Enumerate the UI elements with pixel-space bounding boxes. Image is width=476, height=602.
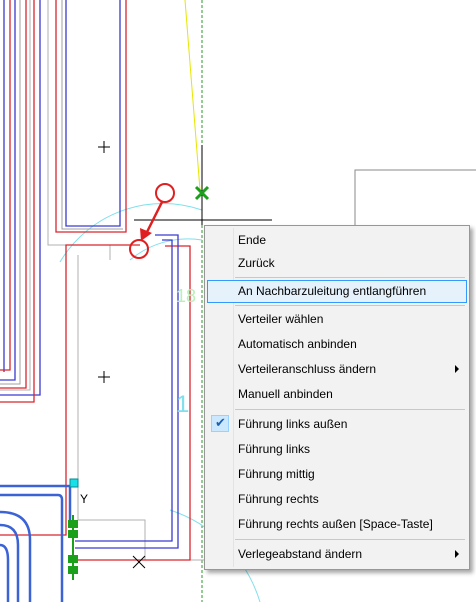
menu-item-fuehrung-rechts-aussen[interactable]: Führung rechts außen [Space-Taste] (207, 513, 467, 536)
context-menu: Ende Zurück An Nachbarzuleitung entlangf… (204, 225, 470, 570)
dimension-label-18: 18 (176, 286, 196, 306)
menu-item-fuehrung-rechts[interactable]: Führung rechts (207, 488, 467, 511)
target-point-circle[interactable] (129, 239, 149, 259)
blue-pipes-left (0, 0, 121, 396)
cross-marker-icon (98, 141, 146, 569)
menu-item-ende[interactable]: Ende (207, 229, 467, 252)
gray-pipes (0, 0, 123, 385)
menu-item-nachbarzuleitung[interactable]: An Nachbarzuleitung entlangführen (207, 280, 467, 303)
submenu-arrow-icon (455, 550, 459, 558)
menu-item-fuehrung-links-aussen[interactable]: ✔ Führung links außen (207, 413, 467, 436)
blue-routed-pipe (75, 234, 179, 549)
menu-separator (235, 409, 465, 410)
dimension-label-1: 1 (176, 391, 189, 418)
menu-item-zurueck[interactable]: Zurück (207, 252, 467, 275)
start-point-circle[interactable] (155, 183, 175, 203)
menu-item-verteileranschluss-aendern[interactable]: Verteileranschluss ändern (207, 358, 467, 381)
y-marker-label: Y (80, 492, 88, 506)
room-outline-gray (354, 169, 476, 225)
menu-item-automatisch-anbinden[interactable]: Automatisch anbinden (207, 333, 467, 356)
manifold-pipes (0, 484, 72, 602)
menu-item-verteiler-waehlen[interactable]: Verteiler wählen (207, 308, 467, 331)
move-arrow-head (140, 228, 152, 241)
move-arrow (144, 201, 164, 235)
menu-item-fuehrung-links[interactable]: Führung links (207, 438, 467, 461)
yellow-guide-line (184, 0, 201, 191)
red-routed-pipe-2 (75, 245, 191, 561)
menu-separator (235, 277, 465, 278)
submenu-arrow-icon (455, 365, 459, 373)
menu-separator (235, 305, 465, 306)
checkmark-icon: ✔ (211, 415, 229, 432)
blue-routed-pipe-2 (75, 239, 173, 542)
menu-item-fuehrung-mittig[interactable]: Führung mittig (207, 463, 467, 486)
menu-separator (235, 539, 465, 540)
menu-item-verlegeabstand-aendern[interactable]: Verlegeabstand ändern (207, 543, 467, 566)
manifold-handle[interactable] (69, 478, 79, 488)
menu-item-manuell-anbinden[interactable]: Manuell anbinden (207, 383, 467, 406)
red-pipes-left (0, 0, 127, 403)
